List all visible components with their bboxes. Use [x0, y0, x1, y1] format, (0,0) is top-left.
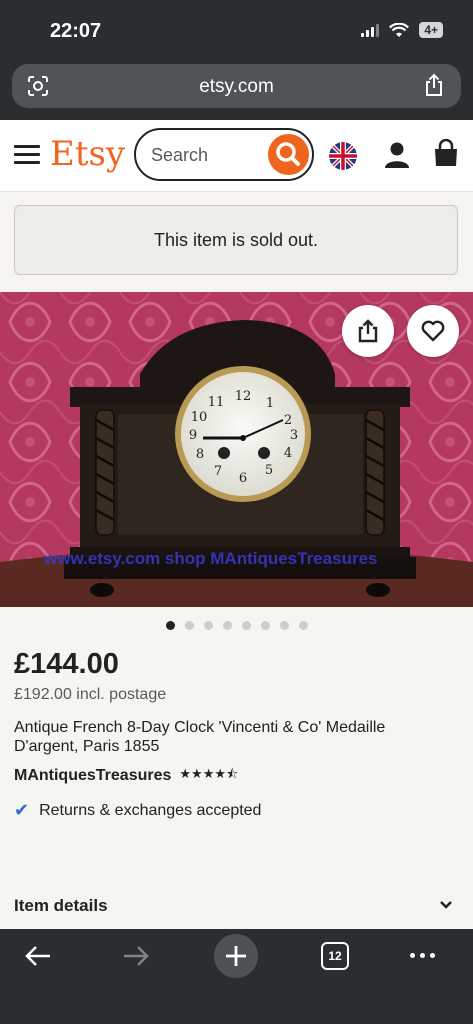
listing-price: £144.00 [14, 648, 119, 680]
url-text[interactable]: etsy.com [12, 76, 461, 98]
pagination-dot[interactable] [298, 621, 308, 630]
address-bar[interactable]: etsy.com [12, 64, 461, 108]
sold-out-notice: This item is sold out. [14, 205, 458, 275]
shop-row: MAntiquesTreasures ★★★★⯪ [14, 765, 238, 787]
returns-text: Returns & exchanges accepted [39, 801, 262, 819]
svg-text:12: 12 [235, 389, 252, 404]
share-icon [358, 319, 378, 343]
favorite-button[interactable] [407, 305, 459, 357]
pagination-dot[interactable] [184, 621, 194, 630]
chevron-down-icon[interactable] [439, 898, 453, 912]
browser-toolbar: etsy.com [0, 60, 473, 120]
svg-text:9: 9 [189, 428, 197, 443]
shop-name-link[interactable]: MAntiquesTreasures [14, 767, 171, 785]
back-arrow-icon[interactable] [24, 945, 52, 967]
etsy-logo[interactable]: Etsy [50, 134, 125, 174]
pagination-dot[interactable] [260, 621, 270, 630]
user-icon[interactable] [383, 140, 411, 170]
menu-icon[interactable] [14, 145, 40, 165]
status-icons: 4+ [361, 22, 443, 38]
image-pagination[interactable] [0, 621, 473, 630]
original-price: £192.00 incl. postage [14, 686, 167, 703]
svg-text:8: 8 [196, 447, 204, 462]
item-details-toggle[interactable]: Item details [14, 896, 108, 916]
svg-text:6: 6 [239, 471, 247, 486]
forward-arrow-icon[interactable] [122, 945, 150, 967]
tab-switcher-button[interactable]: 12 [321, 942, 349, 970]
battery-icon: 4+ [419, 22, 443, 38]
plus-icon [226, 946, 246, 966]
image-watermark: www.etsy.com shop MAntiquesTreasures [44, 549, 378, 568]
shopping-bag-icon[interactable] [432, 139, 460, 169]
search-button[interactable] [268, 134, 309, 175]
heart-icon [421, 320, 445, 342]
share-button[interactable] [342, 305, 394, 357]
listing-title: Antique French 8-Day Clock 'Vincenti & C… [14, 719, 386, 755]
new-tab-button[interactable] [214, 934, 258, 978]
status-time: 22:07 [50, 20, 102, 42]
svg-text:7: 7 [214, 464, 222, 479]
star-rating[interactable]: ★★★★⯪ [179, 765, 238, 787]
pagination-dot[interactable] [165, 621, 175, 630]
uk-flag-icon[interactable] [329, 142, 357, 170]
pagination-dot[interactable] [241, 621, 251, 630]
pagination-dot[interactable] [279, 621, 289, 630]
svg-text:3: 3 [290, 428, 298, 443]
search-placeholder: Search [151, 145, 209, 165]
share-icon[interactable] [423, 73, 445, 97]
pagination-dot[interactable] [222, 621, 232, 630]
returns-info: ✔ Returns & exchanges accepted [14, 800, 261, 821]
check-icon: ✔ [14, 800, 30, 820]
more-options-icon[interactable] [410, 953, 435, 958]
site-header: Etsy Search [0, 120, 473, 192]
svg-text:5: 5 [265, 463, 273, 478]
svg-text:10: 10 [191, 410, 208, 425]
svg-text:11: 11 [208, 395, 225, 410]
signal-icon [361, 23, 380, 37]
svg-text:2: 2 [284, 413, 292, 428]
search-icon [276, 142, 300, 166]
wifi-icon [389, 22, 410, 37]
pagination-dot[interactable] [203, 621, 213, 630]
status-bar: 22:07 4+ [0, 0, 473, 60]
browser-bottom-bar: 12 [0, 929, 473, 1024]
search-input[interactable]: Search [134, 128, 314, 181]
svg-text:4: 4 [284, 446, 292, 461]
svg-text:1: 1 [266, 396, 274, 411]
